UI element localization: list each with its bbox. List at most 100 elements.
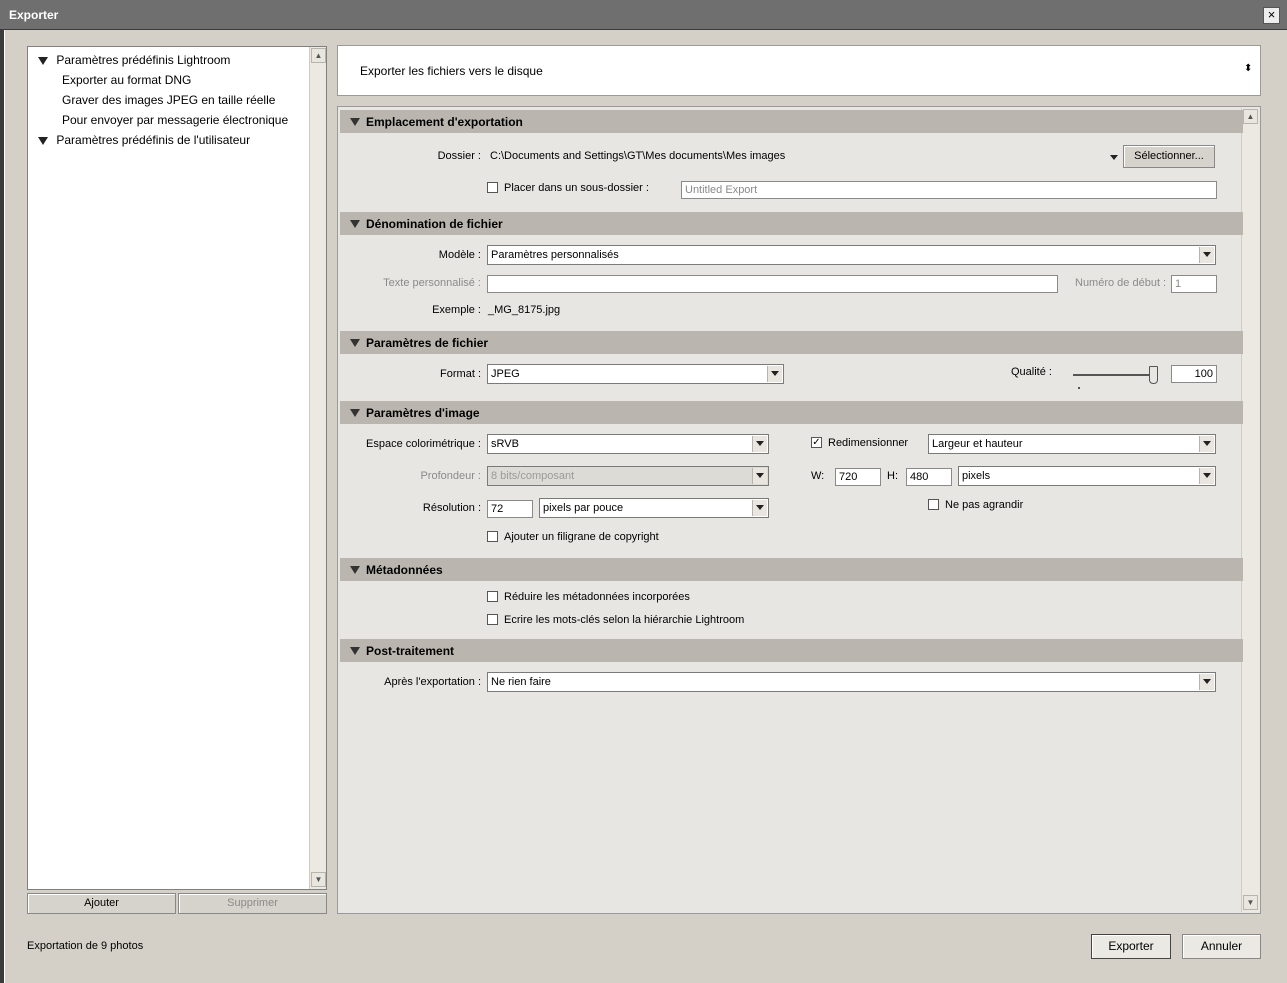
section-title: Paramètres d'image [366, 406, 480, 420]
remove-preset-button[interactable]: Supprimer [178, 893, 327, 914]
subfolder-input[interactable]: Untitled Export [681, 181, 1217, 199]
quality-slider-thumb[interactable] [1149, 366, 1158, 384]
resize-mode-select[interactable]: Largeur et hauteur [928, 434, 1216, 454]
cancel-button[interactable]: Annuler [1182, 934, 1261, 959]
quality-input[interactable]: 100 [1171, 365, 1217, 383]
export-count-status: Exportation de 9 photos [27, 940, 144, 952]
minimize-metadata-checkbox[interactable] [487, 591, 498, 602]
expand-triangle-icon [38, 56, 48, 65]
close-button[interactable]: × [1263, 7, 1280, 24]
quality-slider-track[interactable] [1073, 374, 1157, 376]
dropdown-arrow-icon[interactable] [767, 366, 782, 382]
resolution-label: Résolution : [422, 502, 481, 514]
scroll-up-icon[interactable]: ▲ [1243, 109, 1258, 124]
section-header-naming[interactable]: Dénomination de fichier [340, 212, 1243, 235]
keywords-hierarchy-label: Ecrire les mots-clés selon la hiérarchie… [504, 614, 745, 626]
folder-label: Dossier : [437, 150, 481, 162]
dropdown-arrow-icon[interactable] [1199, 436, 1214, 452]
custom-text-label: Texte personnalisé : [383, 277, 481, 289]
dropdown-arrow-icon[interactable] [1199, 468, 1214, 484]
watermark-label: Ajouter un filigrane de copyright [504, 531, 659, 543]
quality-label: Qualité : [1011, 366, 1052, 378]
dropdown-arrow-icon[interactable] [752, 436, 767, 452]
subfolder-label: Placer dans un sous-dossier : [504, 182, 649, 194]
select-value: 8 bits/composant [491, 470, 575, 482]
section-title: Post-traitement [366, 644, 455, 658]
depth-select[interactable]: 8 bits/composant [487, 466, 769, 486]
folder-dropdown-icon[interactable] [1110, 155, 1118, 160]
preset-group-lightroom[interactable]: Paramètres prédéfinis Lightroom [38, 53, 230, 67]
colorspace-select[interactable]: sRVB [487, 434, 769, 454]
dropdown-arrow-icon[interactable] [1199, 674, 1214, 690]
watermark-checkbox[interactable] [487, 531, 498, 542]
keywords-hierarchy-checkbox[interactable] [487, 614, 498, 625]
resize-checkbox[interactable]: ✓ [811, 437, 822, 448]
preset-item[interactable]: Exporter au format DNG [62, 73, 191, 87]
no-enlarge-label: Ne pas agrandir [945, 499, 1024, 511]
dropdown-arrow-icon[interactable] [752, 468, 767, 484]
example-label: Exemple : [432, 304, 481, 316]
section-title: Paramètres de fichier [366, 336, 489, 350]
select-value: pixels par pouce [543, 502, 624, 514]
section-header-image-settings[interactable]: Paramètres d'image [340, 401, 1243, 424]
section-title: Dénomination de fichier [366, 217, 503, 231]
preset-item[interactable]: Pour envoyer par messagerie électronique [62, 113, 288, 127]
folder-path: C:\Documents and Settings\GT\Mes documen… [490, 150, 786, 162]
collapse-triangle-icon [350, 118, 360, 126]
resolution-unit-select[interactable]: pixels par pouce [539, 498, 769, 518]
naming-template-select[interactable]: Paramètres personnalisés [487, 245, 1216, 265]
select-folder-button[interactable]: Sélectionner... [1123, 145, 1215, 168]
section-header-location[interactable]: Emplacement d'exportation [340, 110, 1243, 133]
no-enlarge-checkbox[interactable] [928, 499, 939, 510]
depth-label: Profondeur : [420, 470, 481, 482]
resize-label: Redimensionner [828, 437, 909, 449]
section-header-post-processing[interactable]: Post-traitement [340, 639, 1243, 662]
scroll-down-icon[interactable]: ▼ [311, 872, 326, 887]
dropdown-arrow-icon[interactable] [1199, 247, 1214, 263]
size-unit-select[interactable]: pixels [958, 466, 1216, 486]
preset-list-scrollbar[interactable]: ▲ ▼ [309, 47, 326, 889]
select-value: Largeur et hauteur [932, 438, 1023, 450]
settings-scrollbar[interactable]: ▲ ▼ [1241, 108, 1259, 912]
collapse-triangle-icon [350, 220, 360, 228]
select-value: sRVB [491, 438, 519, 450]
minimize-metadata-label: Réduire les métadonnées incorporées [504, 591, 690, 603]
dropdown-arrow-icon[interactable] [752, 500, 767, 516]
section-title: Métadonnées [366, 563, 443, 577]
quality-slider-tick [1078, 387, 1080, 389]
after-export-select[interactable]: Ne rien faire [487, 672, 1216, 692]
collapse-triangle-icon [350, 566, 360, 574]
scroll-up-icon[interactable]: ▲ [311, 48, 326, 63]
colorspace-label: Espace colorimétrique : [366, 438, 481, 450]
subfolder-checkbox[interactable] [487, 182, 498, 193]
title-bar: Exporter × [0, 0, 1287, 30]
format-label: Format : [440, 368, 481, 380]
preset-item[interactable]: Graver des images JPEG en taille réelle [62, 93, 275, 107]
close-icon: × [1267, 7, 1276, 22]
width-input[interactable]: 720 [835, 468, 881, 486]
export-destination-label: Exporter les fichiers vers le disque [360, 64, 543, 78]
expand-triangle-icon [38, 136, 48, 145]
select-value: pixels [962, 470, 991, 482]
section-header-file-settings[interactable]: Paramètres de fichier [340, 331, 1243, 354]
window-title: Exporter [9, 8, 59, 22]
width-label: W: [811, 470, 825, 482]
export-destination-select[interactable]: Exporter les fichiers vers le disque ⬍ [337, 45, 1261, 96]
start-number-input[interactable]: 1 [1171, 275, 1217, 293]
format-select[interactable]: JPEG [487, 364, 784, 384]
add-preset-button[interactable]: Ajouter [27, 893, 176, 914]
section-title: Emplacement d'exportation [366, 115, 523, 129]
select-value: Ne rien faire [491, 676, 551, 688]
section-header-metadata[interactable]: Métadonnées [340, 558, 1243, 581]
collapse-triangle-icon [350, 647, 360, 655]
select-value: Paramètres personnalisés [491, 249, 619, 261]
scroll-down-icon[interactable]: ▼ [1243, 895, 1258, 910]
example-value: _MG_8175.jpg [488, 304, 561, 316]
custom-text-input[interactable] [487, 275, 1058, 293]
export-button[interactable]: Exporter [1091, 934, 1171, 959]
preset-group-user[interactable]: Paramètres prédéfinis de l'utilisateur [38, 133, 250, 147]
updown-arrows-icon: ⬍ [1244, 63, 1253, 74]
height-input[interactable]: 480 [906, 468, 952, 486]
collapse-triangle-icon [350, 409, 360, 417]
resolution-input[interactable]: 72 [487, 500, 533, 518]
